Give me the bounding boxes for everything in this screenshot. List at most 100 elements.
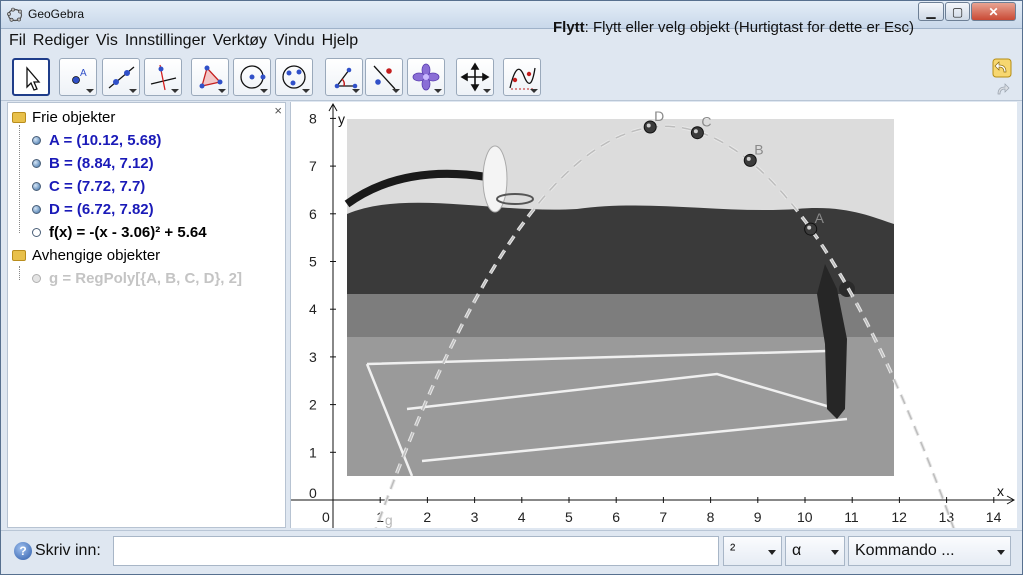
maximize-button[interactable]: ▢ xyxy=(945,2,970,21)
input-help-icon[interactable]: ? xyxy=(14,542,32,560)
y-tick-label: 0 xyxy=(309,485,317,501)
greek-letter-combo[interactable]: α xyxy=(785,536,845,566)
algebra-object-row[interactable]: A = (10.12, 5.68) xyxy=(32,129,161,151)
x-tick-label: 12 xyxy=(891,509,907,525)
ellipse-tool-button[interactable] xyxy=(275,58,313,96)
menu-fil[interactable]: Fil xyxy=(9,32,26,50)
reflect-line-icon xyxy=(373,65,396,90)
point-label-a: A xyxy=(815,210,825,226)
menu-innstillinger[interactable]: Innstillinger xyxy=(125,32,206,50)
visibility-toggle-icon[interactable] xyxy=(32,204,41,214)
x-tick-label: 11 xyxy=(844,509,859,525)
y-tick-label: 1 xyxy=(309,444,317,460)
visibility-toggle-icon[interactable] xyxy=(32,273,41,283)
algebra-view[interactable]: × Frie objekter A = (10.12, 5.68) B = (8.… xyxy=(7,102,286,528)
point-label-b: B xyxy=(754,141,763,157)
move-tool-button[interactable] xyxy=(12,58,50,96)
x-tick-label: 2 xyxy=(423,509,431,525)
line-tool-button[interactable] xyxy=(102,58,140,96)
algebra-object-row[interactable]: D = (6.72, 7.82) xyxy=(32,198,154,220)
algebra-object-text: g = RegPoly[{A, B, C, D}, 2] xyxy=(49,269,242,287)
curve-g-label: g xyxy=(385,512,393,528)
folder-icon xyxy=(12,249,26,261)
move-view-arrows-icon xyxy=(460,62,490,92)
command-value: Kommando ... xyxy=(855,542,955,559)
menu-vis[interactable]: Vis xyxy=(96,32,118,50)
y-tick-label: 4 xyxy=(309,301,317,317)
photo-field xyxy=(347,294,894,339)
polygon-tool-button[interactable] xyxy=(191,58,229,96)
visibility-toggle-icon[interactable] xyxy=(32,227,41,237)
tree-connector xyxy=(19,266,20,280)
circle-tool-button[interactable] xyxy=(233,58,271,96)
tree-connector xyxy=(19,125,20,233)
menu-verktoy[interactable]: Verktøy xyxy=(213,32,267,50)
circle-center-point-icon xyxy=(240,65,266,89)
undo-button[interactable] xyxy=(992,58,1012,78)
visibility-toggle-icon[interactable] xyxy=(32,158,41,168)
arrow-cursor-icon xyxy=(26,66,41,91)
y-tick-label: 8 xyxy=(309,110,317,126)
x-tick-label: 8 xyxy=(707,509,715,525)
undo-icon xyxy=(992,58,1012,78)
algebra-object-text: B = (8.84, 7.12) xyxy=(49,154,154,172)
close-button[interactable]: ✕ xyxy=(971,2,1016,21)
y-tick-label: 2 xyxy=(309,397,317,413)
y-tick-label: 6 xyxy=(309,206,317,222)
greek-letter-value: α xyxy=(792,542,802,559)
x-tick-label: 10 xyxy=(797,509,813,525)
point-highlight xyxy=(646,123,651,128)
input-field[interactable] xyxy=(113,536,719,566)
free-objects-header[interactable]: Frie objekter xyxy=(12,106,115,128)
function-inspector-tool-button[interactable] xyxy=(503,58,541,96)
y-tick-label: 3 xyxy=(309,349,317,365)
algebra-object-text: D = (6.72, 7.82) xyxy=(49,200,154,218)
slider-tool-button[interactable] xyxy=(407,58,445,96)
algebra-object-text: A = (10.12, 5.68) xyxy=(49,131,162,149)
point-label-d: D xyxy=(654,108,664,124)
chevron-down-icon xyxy=(997,550,1005,555)
menu-vindu[interactable]: Vindu xyxy=(274,32,315,50)
tool-help-description: : Flytt eller velg objekt (Hurtigtast fo… xyxy=(584,19,914,36)
y-tick-label: 5 xyxy=(309,254,317,270)
x-tick-label: 14 xyxy=(986,509,1002,525)
point-label-c: C xyxy=(701,114,711,130)
redo-button[interactable] xyxy=(992,80,1012,100)
photo-trees xyxy=(347,202,894,299)
angle-icon xyxy=(334,67,358,89)
point-highlight xyxy=(693,129,698,134)
visibility-toggle-icon[interactable] xyxy=(32,181,41,191)
window-title: GeoGebra xyxy=(28,7,85,21)
algebra-object-row[interactable]: C = (7.72, 7.7) xyxy=(32,175,145,197)
input-label: Skriv inn: xyxy=(35,542,101,559)
algebra-object-row[interactable]: f(x) = -(x - 3.06)² + 5.64 xyxy=(32,221,207,243)
graphics-canvas[interactable]: xy0 1 2 3 4 5 6 7 8 9 10 11 12 13 14012345678gABCD xyxy=(291,102,1017,528)
move-view-tool-button[interactable] xyxy=(456,58,494,96)
x-tick-label: 3 xyxy=(471,509,479,525)
dependent-objects-header[interactable]: Avhengige objekter xyxy=(12,244,160,266)
power-symbol-combo[interactable]: ² xyxy=(723,536,782,566)
command-combo[interactable]: Kommando ... xyxy=(848,536,1011,566)
y-tick-label: 7 xyxy=(309,158,317,174)
algebra-close-button[interactable]: × xyxy=(274,103,282,118)
algebra-object-row[interactable]: B = (8.84, 7.12) xyxy=(32,152,154,174)
input-bar: ? Skriv inn: ² α Kommando ... xyxy=(1,530,1022,574)
point-tool-button[interactable]: A xyxy=(59,58,97,96)
algebra-object-row[interactable]: g = RegPoly[{A, B, C, D}, 2] xyxy=(32,267,242,289)
point-highlight xyxy=(746,156,751,161)
perpendicular-line-icon xyxy=(150,64,177,91)
line-icon xyxy=(108,66,135,89)
polygon-icon xyxy=(199,65,223,89)
minimize-button[interactable]: ▁ xyxy=(918,2,944,21)
circle-three-points-icon xyxy=(282,65,306,89)
folder-icon xyxy=(12,111,26,123)
visibility-toggle-icon[interactable] xyxy=(32,135,41,145)
menu-rediger[interactable]: Rediger xyxy=(33,32,89,50)
menu-hjelp[interactable]: Hjelp xyxy=(322,32,358,50)
reflect-tool-button[interactable] xyxy=(365,58,403,96)
graphics-view[interactable]: x y 0 1 2 3 4 5 6 7 8 9 10 11 12 13 14 0 1 2 3 4 5 6 7 8 g A B C D xyxy=(290,102,1017,528)
tool-help-title: Flytt xyxy=(553,19,585,36)
perpendicular-tool-button[interactable] xyxy=(144,58,182,96)
free-objects-label: Frie objekter xyxy=(32,108,116,126)
angle-tool-button[interactable] xyxy=(325,58,363,96)
